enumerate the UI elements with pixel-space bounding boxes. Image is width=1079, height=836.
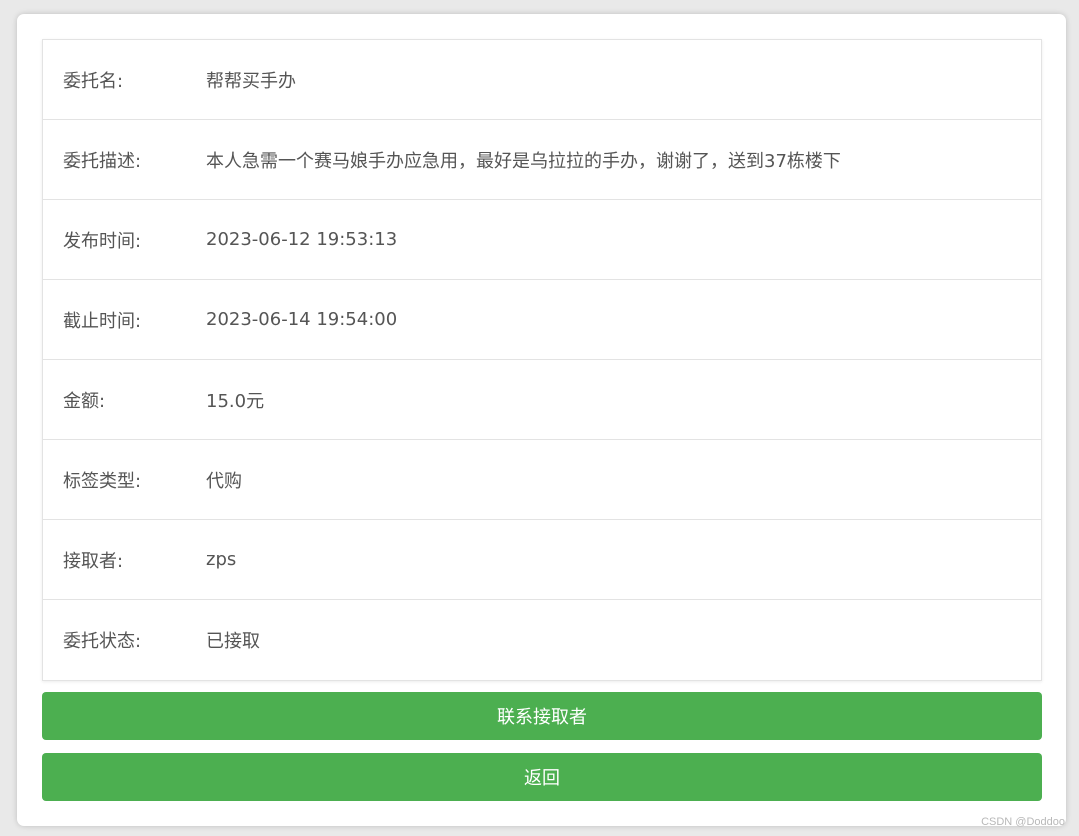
deadline-value: 2023-06-14 19:54:00 xyxy=(206,309,398,330)
deadline-label: 截止时间: xyxy=(63,310,142,332)
row-commission-description: 委托描述: 本人急需一个赛马娘手办应急用，最好是乌拉拉的手办，谢谢了，送到37栋… xyxy=(43,120,1041,200)
detail-card: 委托名: 帮帮买手办 委托描述: 本人急需一个赛马娘手办应急用，最好是乌拉拉的手… xyxy=(17,14,1066,826)
commission-details-table: 委托名: 帮帮买手办 委托描述: 本人急需一个赛马娘手办应急用，最好是乌拉拉的手… xyxy=(42,39,1042,681)
back-button[interactable]: 返回 xyxy=(42,753,1042,801)
row-publish-time: 发布时间: 2023-06-12 19:53:13 xyxy=(43,200,1041,280)
commission-name-value: 帮帮买手办 xyxy=(206,70,296,92)
watermark: CSDN @Doddoo xyxy=(981,816,1065,828)
status-value: 已接取 xyxy=(206,631,260,652)
row-deadline: 截止时间: 2023-06-14 19:54:00 xyxy=(43,280,1041,360)
row-status: 委托状态: 已接取 xyxy=(43,600,1041,680)
tag-type-label: 标签类型: xyxy=(63,470,142,492)
taker-label: 接取者: xyxy=(63,550,124,572)
commission-description-label: 委托描述: xyxy=(63,150,142,172)
status-label: 委托状态: xyxy=(63,631,142,652)
contact-taker-button[interactable]: 联系接取者 xyxy=(42,692,1042,740)
publish-time-label: 发布时间: xyxy=(63,230,142,252)
commission-name-label: 委托名: xyxy=(63,70,124,92)
publish-time-value: 2023-06-12 19:53:13 xyxy=(206,229,398,250)
row-tag-type: 标签类型: 代购 xyxy=(43,440,1041,520)
amount-value: 15.0元 xyxy=(206,390,265,412)
commission-description-value: 本人急需一个赛马娘手办应急用，最好是乌拉拉的手办，谢谢了，送到37栋楼下 xyxy=(206,150,841,172)
row-commission-name: 委托名: 帮帮买手办 xyxy=(43,40,1041,120)
tag-type-value: 代购 xyxy=(206,470,242,492)
taker-value: zps xyxy=(206,549,237,570)
row-amount: 金额: 15.0元 xyxy=(43,360,1041,440)
amount-label: 金额: xyxy=(63,390,106,412)
row-taker: 接取者: zps xyxy=(43,520,1041,600)
